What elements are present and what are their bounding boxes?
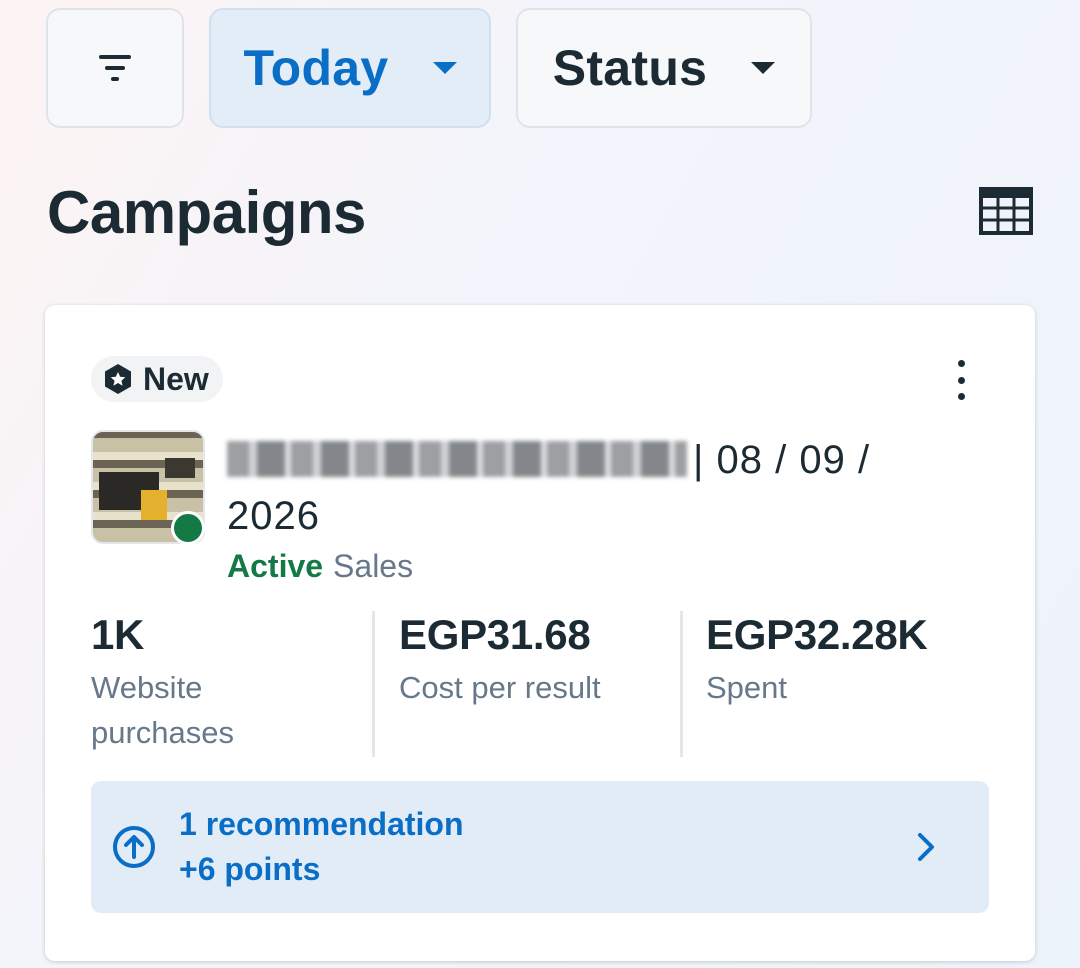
more-options-button[interactable] [945,357,977,403]
table-view-icon[interactable] [978,186,1034,236]
date-filter-label: Today [243,40,389,96]
metric-results: 1K Website purchases [91,611,321,755]
metric-value: EGP32.28K [706,611,928,658]
campaign-meta: Active Sales [227,548,413,585]
divider [372,611,375,757]
metric-value: 1K [91,611,145,658]
new-badge: New [91,356,223,402]
more-vertical-icon [957,360,965,367]
recommendation-title: 1 recommendation [179,806,464,842]
campaign-card[interactable]: New | 08 / 09 / 2026 Active Sales 1K Webs… [45,305,1035,961]
metric-cost-per-result: EGP31.68 Cost per result [399,611,601,710]
objective-label: Sales [333,548,414,584]
metric-value: EGP31.68 [399,611,591,658]
metric-label: Website purchases [91,670,235,750]
caret-down-icon [432,62,457,74]
redacted-text [227,441,687,477]
metric-label: Cost per result [399,670,601,705]
chevron-right-icon [918,833,934,861]
filter-button[interactable] [46,8,184,128]
recommendation-points: +6 points [179,851,321,887]
recommendation-banner[interactable]: 1 recommendation +6 points [91,781,989,913]
new-badge-icon [105,364,131,394]
status-filter-dropdown[interactable]: Status [516,8,812,128]
date-filter-dropdown[interactable]: Today [209,8,491,128]
arrow-up-circle-icon [113,826,155,868]
caret-down-icon [751,62,776,74]
campaign-name[interactable]: | 08 / 09 / 2026 [227,432,927,544]
metric-label: Spent [706,670,788,705]
badge-label: New [143,360,209,397]
divider [680,611,683,757]
filter-icon [99,55,131,81]
page-title: Campaigns [47,179,366,246]
active-status-dot [171,511,205,545]
status-label: Active [227,548,324,584]
status-filter-label: Status [552,40,708,96]
metric-spent: EGP32.28K Spent [706,611,928,710]
